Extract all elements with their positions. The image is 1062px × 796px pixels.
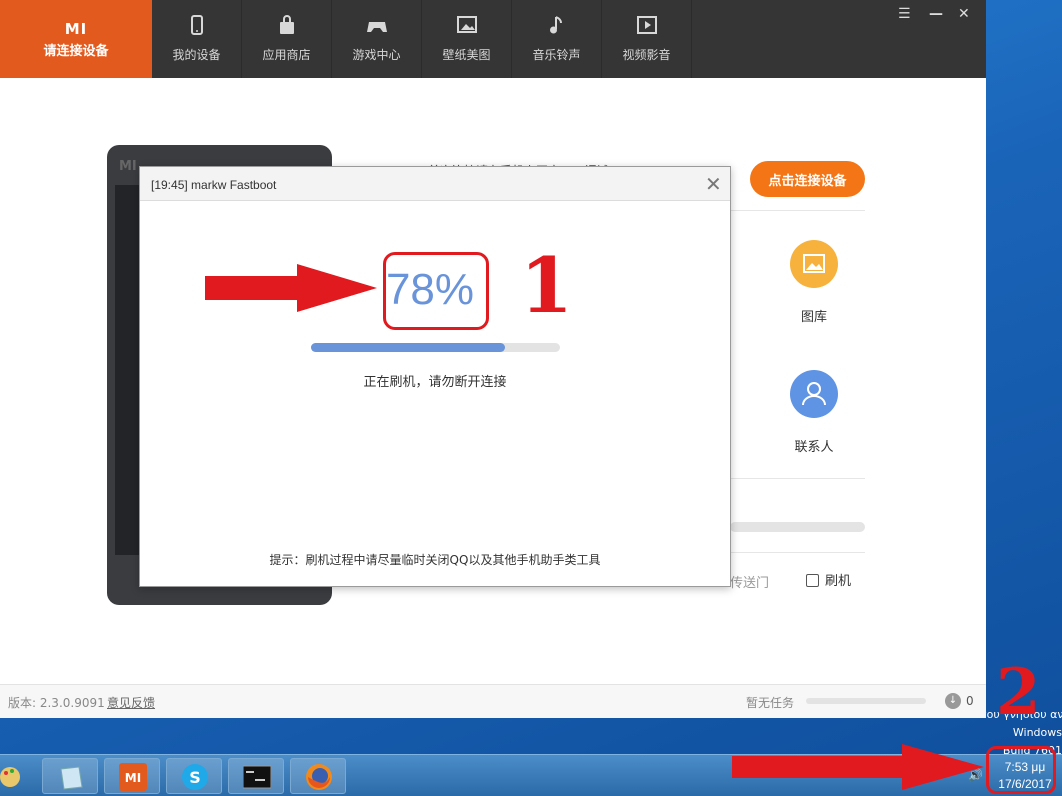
feature-gallery[interactable]: 图库	[764, 240, 864, 325]
status-bar: 版本: 2.3.0.9091 意见反馈 暂无任务 ↓ 0	[0, 684, 986, 718]
tab-label: 视频影音	[622, 48, 671, 62]
annotation-arrow-2	[732, 744, 984, 790]
taskbar-mi-assistant[interactable]: MI	[104, 758, 160, 794]
tab-label: 音乐铃声	[532, 48, 581, 62]
flash-icon	[806, 574, 819, 587]
firefox-icon	[306, 764, 332, 790]
picture-icon	[456, 16, 477, 33]
paint-icon[interactable]	[0, 759, 24, 793]
taskbar-skype[interactable]: S	[166, 758, 222, 794]
connect-device-tab[interactable]: MI 请连接设备	[0, 0, 152, 78]
connect-device-label: 请连接设备	[43, 44, 109, 59]
annotation-number-2: 2	[996, 655, 1041, 730]
close-icon[interactable]: ✕	[958, 6, 970, 22]
flash-label: 刷机	[825, 574, 852, 589]
tab-label: 我的设备	[172, 48, 221, 62]
annotation-number-1: 1	[520, 241, 573, 330]
skype-icon: S	[182, 764, 208, 790]
menu-icon[interactable]: ☰	[898, 6, 911, 22]
annotation-box-2	[986, 746, 1056, 794]
bag-icon	[279, 15, 294, 34]
tab-label: 应用商店	[262, 48, 311, 62]
top-navigation: MI 请连接设备 我的设备 应用商店 游戏中心 壁纸美图 音乐铃声 视频影音 ☰	[0, 0, 986, 78]
tab-label: 壁纸美图	[442, 48, 491, 62]
music-note-icon	[549, 16, 562, 34]
download-count: 0	[966, 694, 974, 708]
feature-label: 图库	[800, 310, 827, 325]
mi-logo: MI	[64, 20, 88, 38]
contact-icon	[790, 370, 838, 418]
feature-label: 联系人	[794, 440, 834, 455]
divider	[730, 478, 865, 479]
flash-progress-fill	[311, 343, 506, 352]
gamepad-icon	[366, 22, 387, 32]
divider	[730, 210, 865, 211]
phone-icon	[190, 15, 203, 35]
tab-music[interactable]: 音乐铃声	[512, 0, 602, 78]
storage-bar	[730, 522, 865, 532]
mi-assistant-icon: MI	[119, 763, 147, 791]
tab-game-center[interactable]: 游戏中心	[332, 0, 422, 78]
flash-status-text: 正在刷机，请勿断开连接	[363, 375, 507, 390]
video-play-icon	[636, 16, 657, 34]
svg-text:S: S	[189, 768, 201, 787]
flash-link[interactable]: 刷机	[806, 570, 851, 589]
tab-label: 游戏中心	[352, 48, 401, 62]
annotation-box-1	[383, 252, 489, 330]
tab-app-store[interactable]: 应用商店	[242, 0, 332, 78]
notepad-icon	[60, 766, 83, 790]
version-label: 版本: 2.3.0.9091	[8, 696, 105, 710]
task-status: 暂无任务	[746, 696, 795, 710]
feedback-link[interactable]: 意见反馈	[107, 694, 155, 711]
flash-progress-bar	[311, 343, 560, 352]
gallery-icon	[790, 240, 838, 288]
minimize-icon[interactable]: —	[929, 6, 943, 22]
taskbar-cmd[interactable]	[228, 758, 284, 794]
svg-text:MI: MI	[125, 771, 141, 785]
taskbar-notepad[interactable]	[42, 758, 98, 794]
download-icon[interactable]: ↓	[945, 693, 961, 709]
divider	[730, 552, 865, 553]
task-progress-track	[806, 698, 926, 704]
tab-wallpaper[interactable]: 壁纸美图	[422, 0, 512, 78]
dialog-tip: 提示：刷机过程中请尽量临时关闭QQ以及其他手机助手类工具	[269, 553, 601, 567]
connect-device-button[interactable]: 点击连接设备	[750, 161, 865, 197]
phone-logo: MI	[119, 159, 137, 174]
dialog-titlebar: [19:45] markw Fastboot ✕	[140, 167, 730, 201]
annotation-arrow-1	[205, 264, 377, 312]
feature-contacts[interactable]: 联系人	[764, 370, 864, 455]
close-icon[interactable]: ✕	[705, 172, 722, 196]
tab-my-device[interactable]: 我的设备	[152, 0, 242, 78]
taskbar-firefox[interactable]	[290, 758, 346, 794]
transfer-link[interactable]: 传送门	[730, 572, 769, 591]
cmd-icon	[243, 765, 271, 789]
fastboot-dialog: [19:45] markw Fastboot ✕ 78% 正在刷机，请勿断开连接…	[139, 166, 731, 587]
dialog-title: [19:45] markw Fastboot	[151, 178, 277, 192]
tab-video[interactable]: 视频影音	[602, 0, 692, 78]
